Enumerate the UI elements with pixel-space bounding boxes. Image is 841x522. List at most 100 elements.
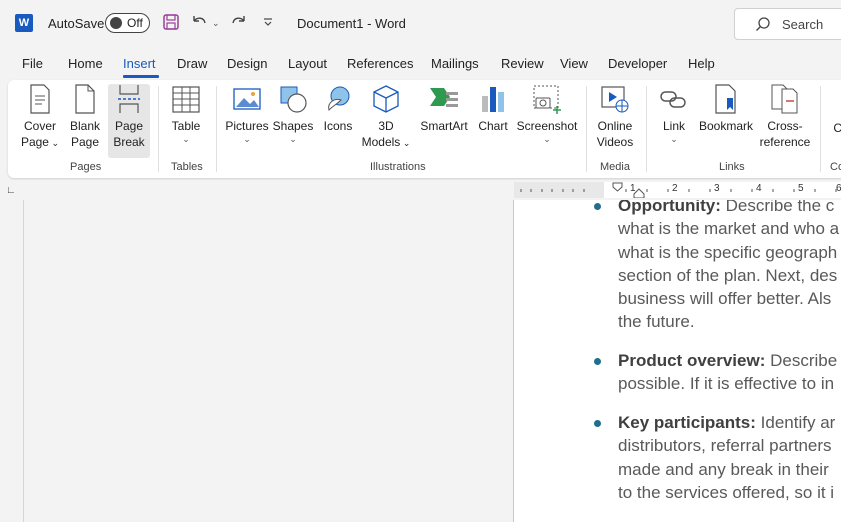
comment-button[interactable]: Co [826,120,841,136]
blank-page-button[interactable]: Blank Page [64,84,106,150]
table-button[interactable]: Table ⌄ [166,84,206,144]
page-break-button[interactable]: Page Break [108,84,150,158]
pictures-button[interactable]: Pictures ⌄ [224,84,270,144]
shapes-dropdown-icon: ⌄ [289,134,297,144]
tab-help[interactable]: Help [688,56,715,71]
autosave-toggle[interactable]: Off [105,13,150,33]
text-line: distributors, referral partners [618,436,832,456]
group-separator [586,86,587,172]
text-line: what is the specific geograph [618,242,838,262]
online-videos-button[interactable]: Online Videos [592,84,638,150]
text-line: to the services offered, so it i [618,482,835,502]
undo-icon[interactable] [190,13,208,33]
title-bar: W AutoSave Off ⌄ Document1 - Word Search [0,0,841,48]
tab-insert[interactable]: Insert [123,56,156,71]
tab-review[interactable]: Review [501,56,544,71]
online-videos-icon [601,86,629,113]
smartart-button[interactable]: SmartArt [416,84,472,134]
group-label-pages: Pages [70,161,102,173]
comment-label: Co [833,121,841,135]
bookmark-icon [715,84,736,114]
cover-page-icon [30,84,50,114]
ruler-number: 5 [798,183,804,194]
chart-icon [482,87,504,112]
group-separator [216,86,217,172]
bullet-icon [594,420,601,427]
group-label-comments: Co [830,161,841,173]
ruler-number: 1 [630,183,636,194]
paragraph-opportunity[interactable]: Opportunity: Describe the c what is the … [618,200,841,334]
table-icon [172,86,200,113]
document-title: Document1 - Word [297,16,406,31]
search-box[interactable]: Search [734,8,841,40]
search-icon [755,16,771,32]
3d-models-button[interactable]: 3D Models ⌄ [360,84,412,151]
cover-page-label-1: Cover [23,119,56,133]
table-label: Table [171,119,201,133]
screenshot-label: Screenshot [516,119,578,133]
cross-reference-button[interactable]: Cross- reference [758,84,812,150]
tab-mailings[interactable]: Mailings [431,56,479,71]
document-page[interactable]: Opportunity: Describe the c what is the … [514,200,841,522]
screenshot-button[interactable]: Screenshot ⌄ [516,84,578,144]
tab-design[interactable]: Design [227,56,267,71]
tab-selector-icon[interactable]: ∟ [6,185,16,196]
link-dropdown-icon: ⌄ [670,134,678,144]
text-line: the future. [618,312,695,332]
group-separator [158,86,159,172]
text-line: section of the plan. Next, des [618,265,838,285]
page-break-label-1: Page [114,119,144,133]
ruler-number: 2 [672,183,678,194]
link-button[interactable]: Link ⌄ [654,84,694,144]
redo-icon[interactable] [230,13,248,33]
blank-page-label-2: Page [70,135,100,149]
tab-developer[interactable]: Developer [608,56,667,71]
shapes-icon [280,86,307,113]
tab-file[interactable]: File [22,56,43,71]
shapes-button[interactable]: Shapes ⌄ [272,84,314,144]
ribbon-tabs: File Home Insert Draw Design Layout Refe… [0,48,841,78]
active-tab-indicator [123,75,159,78]
cross-reference-label-1: Cross- [767,119,803,133]
paragraph-key-participants[interactable]: Key participants: Identify ar distributo… [618,411,841,504]
group-label-illustrations: Illustrations [370,161,426,173]
3d-models-label-1: 3D [378,119,394,133]
tab-references[interactable]: References [347,56,413,71]
cross-reference-label-2: reference [759,135,811,149]
smartart-icon [430,88,458,107]
text-line: what is the market and who a [618,219,840,239]
tab-draw[interactable]: Draw [177,56,207,71]
pictures-label: Pictures [225,119,269,133]
group-label-links: Links [719,161,745,173]
text-line: made and any break in their [618,459,829,479]
customize-toolbar-icon[interactable] [262,13,274,33]
ribbon-panel: Cover Page ⌄ Blank Page Page Break Pages… [8,80,841,178]
icons-label: Icons [323,119,353,133]
smartart-label: SmartArt [420,119,468,133]
text-line: Identify ar [755,413,836,432]
horizontal-ruler: ∟ 1 2 3 4 5 6 [0,180,841,200]
save-icon[interactable] [162,13,180,33]
tab-view[interactable]: View [560,56,588,71]
text-line: possible. If it is effective to in [618,374,835,394]
bookmark-label: Bookmark [698,119,754,133]
chart-button[interactable]: Chart [474,84,512,134]
page-break-label-2: Break [113,135,145,149]
tab-home[interactable]: Home [68,56,103,71]
bookmark-button[interactable]: Bookmark [696,84,756,134]
text-line: Describe the c [720,200,835,215]
chart-label: Chart [478,119,508,133]
undo-dropdown-icon[interactable]: ⌄ [212,13,220,33]
icons-button[interactable]: Icons [318,84,358,134]
online-videos-label-2: Videos [596,135,634,149]
online-videos-label-1: Online [597,119,633,133]
tab-layout[interactable]: Layout [288,56,327,71]
screenshot-icon [533,85,561,114]
document-workspace: Opportunity: Describe the c what is the … [0,200,841,522]
pictures-dropdown-icon: ⌄ [243,134,251,144]
paragraph-product-overview[interactable]: Product overview: Describe possible. If … [618,349,841,396]
cover-page-button[interactable]: Cover Page ⌄ [16,84,64,151]
page-break-icon [118,85,140,113]
blank-page-icon [75,84,95,114]
product-overview-heading: Product overview: [618,351,766,370]
